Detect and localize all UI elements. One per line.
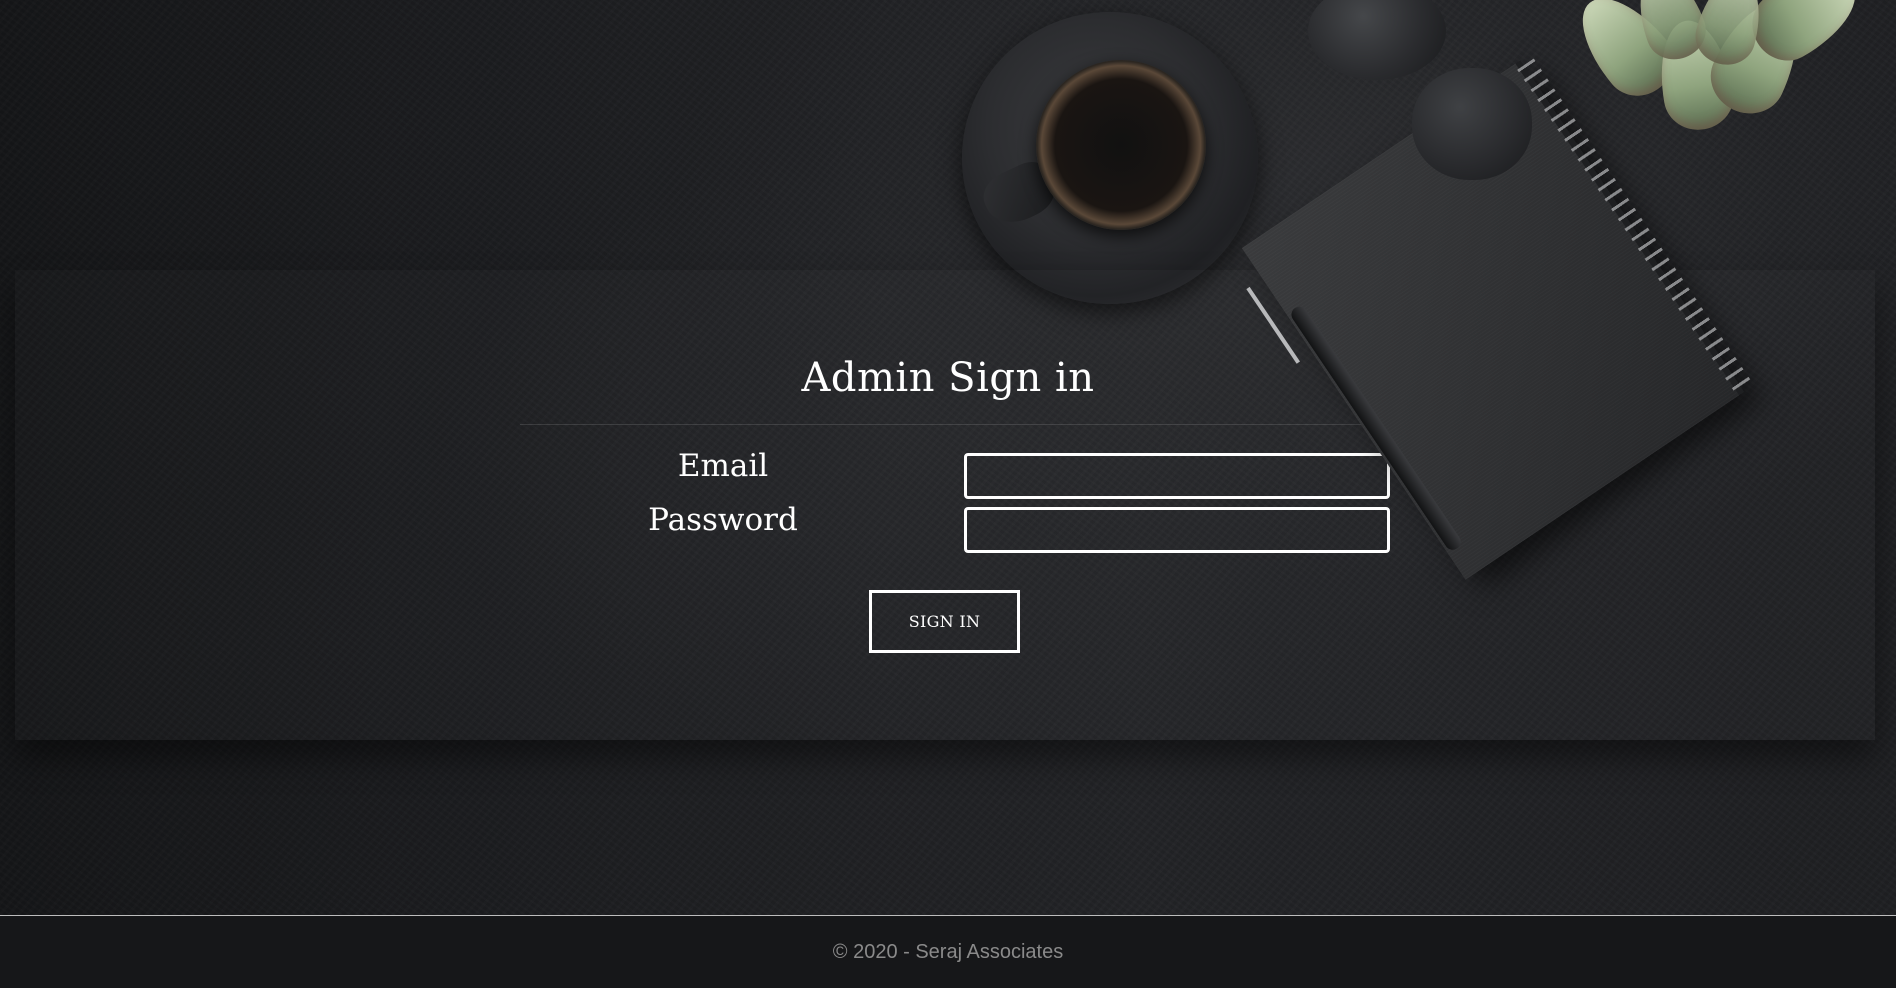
email-label: Email — [677, 448, 769, 484]
sign-in-button[interactable]: SIGN IN — [869, 590, 1020, 653]
password-field[interactable] — [964, 507, 1390, 553]
title-divider — [520, 424, 1380, 425]
coffee-cup-decoration — [1036, 60, 1206, 230]
email-field[interactable] — [964, 453, 1390, 499]
succulent-plant-decoration — [1550, 0, 1871, 140]
password-label: Password — [648, 502, 798, 538]
stone-decoration — [1412, 68, 1532, 180]
footer-copyright: © 2020 - Seraj Associates — [832, 941, 1064, 963]
